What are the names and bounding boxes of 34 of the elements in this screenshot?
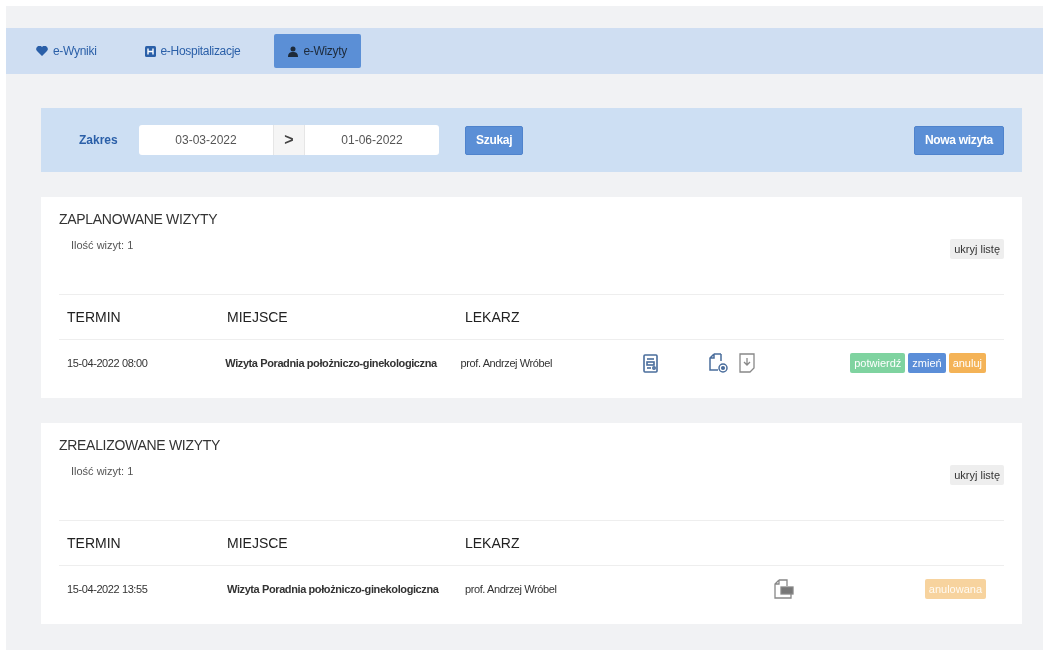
doctor-cell-text: prof. Andrzej Wróbel bbox=[464, 583, 558, 595]
nav-tab[interactable]: e-Wyniki bbox=[22, 34, 111, 68]
column-header: TERMIN bbox=[66, 535, 122, 551]
date-cell-text: 15-04-2022 08:00 bbox=[66, 357, 149, 369]
place-cell-text: Wizyta Poradnia położniczo-ginekologiczna bbox=[226, 583, 440, 595]
column-header: MIEJSCE bbox=[226, 535, 289, 551]
column-header: LEKARZ bbox=[464, 535, 521, 551]
nav-tab[interactable]: e-Hospitalizacje bbox=[130, 34, 255, 68]
hide-list-button[interactable]: ukryj listę bbox=[950, 239, 1004, 259]
place-cell-text: Wizyta Poradnia położniczo-ginekologiczna bbox=[224, 357, 439, 369]
hospital-icon bbox=[144, 45, 156, 57]
visit-count: Ilość wizyt: 1 bbox=[70, 465, 134, 477]
form-icon[interactable] bbox=[642, 353, 659, 373]
column-header: LEKARZ bbox=[464, 309, 521, 325]
hide-list-button[interactable]: ukryj listę bbox=[950, 465, 1004, 485]
range-label: Zakres bbox=[79, 133, 119, 147]
heart-icon bbox=[36, 46, 48, 56]
column-header: MIEJSCE bbox=[226, 309, 289, 325]
new-visit-button[interactable]: Nowa wizyta bbox=[913, 125, 1004, 155]
column-header: TERMIN bbox=[66, 309, 122, 325]
section-title: ZAPLANOWANE WIZYTY bbox=[59, 211, 219, 227]
printer-document-icon[interactable] bbox=[774, 579, 794, 599]
nav-tab[interactable]: e-Wizyty bbox=[274, 34, 361, 68]
action-button[interactable]: zmień bbox=[908, 353, 946, 373]
download-document-icon[interactable] bbox=[738, 353, 755, 373]
document-gear-icon[interactable] bbox=[708, 353, 729, 373]
date-range-field[interactable]: 03-03-2022 > 01-06-2022 bbox=[139, 125, 439, 155]
status-badge: anulowana bbox=[924, 579, 986, 599]
search-button[interactable]: Szukaj bbox=[465, 125, 524, 155]
date-cell-text: 15-04-2022 13:55 bbox=[66, 583, 149, 595]
doctor-icon bbox=[288, 45, 299, 57]
section-title: ZREALIZOWANE WIZYTY bbox=[59, 437, 221, 453]
doctor-cell-text: prof. Andrzej Wróbel bbox=[459, 357, 554, 369]
visit-count: Ilość wizyt: 1 bbox=[70, 239, 134, 251]
